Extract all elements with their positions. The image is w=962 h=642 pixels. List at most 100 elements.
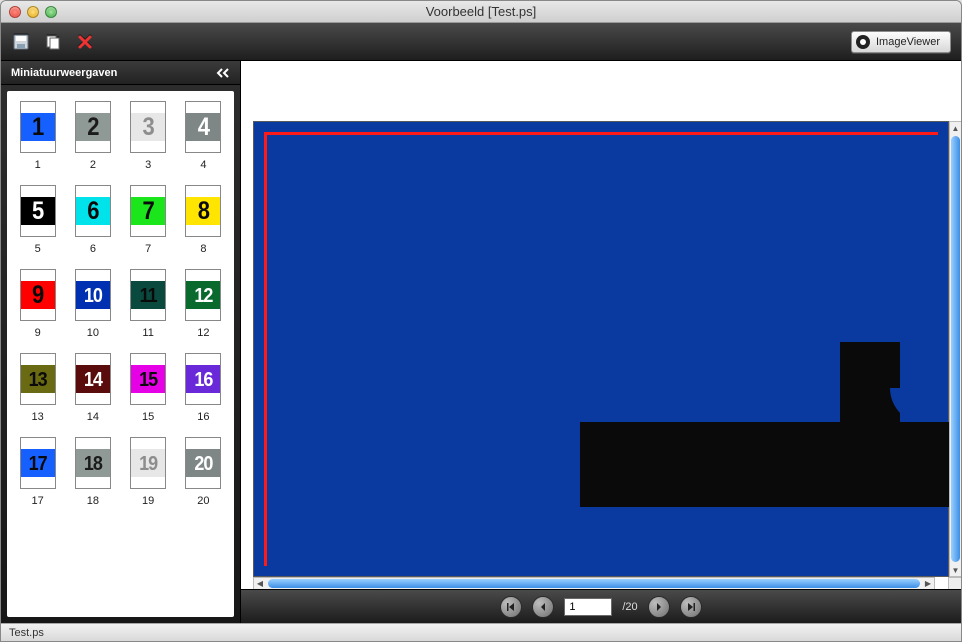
scroll-up-arrow-icon[interactable]: ▲ (950, 122, 961, 134)
thumbnail-item[interactable]: 44 (181, 101, 226, 171)
thumbnail-label: 14 (87, 411, 99, 423)
chevron-right-icon (654, 602, 664, 612)
thumbnail-number: 18 (84, 451, 102, 475)
thumbnail-number: 19 (139, 451, 157, 475)
close-window-button[interactable] (9, 6, 21, 18)
scroll-left-arrow-icon[interactable]: ◀ (254, 578, 266, 589)
thumbnail-label: 20 (197, 495, 209, 507)
status-filename: Test.ps (9, 627, 44, 639)
thumbnail-preview: 17 (20, 437, 56, 489)
page-number-input[interactable] (564, 598, 612, 616)
page-graphic (580, 422, 950, 507)
thumbnail-number: 14 (84, 367, 102, 391)
thumbnail-item[interactable]: 1515 (126, 353, 171, 423)
page-total-label: /20 (622, 601, 637, 613)
sidebar-header: Miniatuurweergaven (1, 61, 240, 85)
thumbnail-label: 8 (200, 243, 206, 255)
prev-page-button[interactable] (532, 596, 554, 618)
thumbnail-item[interactable]: 1313 (15, 353, 60, 423)
thumbnail-item[interactable]: 1818 (70, 437, 115, 507)
thumbnail-number: 1 (32, 112, 43, 142)
thumbnail-number: 15 (139, 367, 157, 391)
thumbnail-label: 12 (197, 327, 209, 339)
imageviewer-icon (856, 35, 870, 49)
scroll-right-arrow-icon[interactable]: ▶ (922, 578, 934, 589)
imageviewer-button[interactable]: ImageViewer (851, 31, 951, 53)
thumbnail-item[interactable]: 1616 (181, 353, 226, 423)
thumbnail-item[interactable]: 12 12 (181, 269, 226, 339)
thumbnail-item[interactable]: 14 14 (70, 353, 115, 423)
preview-viewport[interactable]: ▲ ▼ ◀ ▶ (241, 61, 961, 589)
skip-first-icon (506, 602, 516, 612)
chevron-left-double-icon (216, 67, 230, 79)
next-page-button[interactable] (648, 596, 670, 618)
thumbnail-number: 16 (194, 367, 212, 391)
thumbnail-preview: 4 (185, 101, 221, 153)
thumbnail-label: 19 (142, 495, 154, 507)
thumbnail-item[interactable]: 11 (15, 101, 60, 171)
scroll-thumb[interactable] (951, 136, 960, 562)
thumbnail-preview: 9 (20, 269, 56, 321)
thumbnail-label: 16 (197, 411, 209, 423)
copy-icon (44, 33, 62, 51)
thumbnail-preview: 15 (130, 353, 166, 405)
thumbnail-number: 4 (198, 112, 209, 142)
thumbnail-item[interactable]: 1111 (126, 269, 171, 339)
thumbnail-item[interactable]: 1717 (15, 437, 60, 507)
thumbnail-number: 6 (87, 196, 98, 226)
window-title: Voorbeeld [Test.ps] (1, 4, 961, 19)
thumbnail-number: 3 (143, 112, 154, 142)
thumbnail-item[interactable]: 22 (70, 101, 115, 171)
thumbnail-preview: 18 (75, 437, 111, 489)
thumbnail-item[interactable]: 66 (70, 185, 115, 255)
thumbnail-item[interactable]: 55 (15, 185, 60, 255)
scroll-down-arrow-icon[interactable]: ▼ (950, 564, 961, 576)
close-x-icon (77, 34, 93, 50)
copy-button[interactable] (43, 32, 63, 52)
thumbnail-number: 20 (194, 451, 212, 475)
thumbnail-preview: 3 (130, 101, 166, 153)
thumbnails-scroll[interactable]: 1122334455667788991010111112121313141415… (7, 91, 234, 617)
thumbnail-preview: 13 (20, 353, 56, 405)
thumbnail-number: 17 (29, 451, 47, 475)
scroll-thumb[interactable] (268, 579, 920, 588)
thumbnails-grid: 1122334455667788991010111112121313141415… (15, 101, 226, 507)
first-page-button[interactable] (500, 596, 522, 618)
horizontal-scrollbar[interactable]: ◀ ▶ (253, 577, 935, 589)
collapse-sidebar-button[interactable] (216, 67, 230, 79)
thumbnail-item[interactable]: 1919 (126, 437, 171, 507)
thumbnail-preview: 8 (185, 185, 221, 237)
thumbnail-item[interactable]: 77 (126, 185, 171, 255)
thumbnail-preview: 20 (185, 437, 221, 489)
thumbnail-item[interactable]: 99 (15, 269, 60, 339)
thumbnail-preview: 6 (75, 185, 111, 237)
thumbnail-number: 12 (194, 283, 212, 307)
last-page-button[interactable] (680, 596, 702, 618)
vertical-scrollbar[interactable]: ▲ ▼ (949, 121, 961, 577)
thumbnail-number: 5 (32, 196, 43, 226)
delete-button[interactable] (75, 32, 95, 52)
thumbnail-item[interactable]: 2020 (181, 437, 226, 507)
save-icon (12, 33, 30, 51)
thumbnail-preview: 7 (130, 185, 166, 237)
thumbnail-label: 18 (87, 495, 99, 507)
zoom-window-button[interactable] (45, 6, 57, 18)
pager-bar: /20 (241, 589, 961, 623)
imageviewer-label: ImageViewer (876, 36, 940, 48)
thumbnail-item[interactable]: 33 (126, 101, 171, 171)
thumbnail-label: 3 (145, 159, 151, 171)
status-bar: Test.ps (1, 623, 961, 641)
thumbnails-sidebar: Miniatuurweergaven 112233445566778899101… (1, 61, 241, 623)
thumbnail-preview: 19 (130, 437, 166, 489)
thumbnail-item[interactable]: 1010 (70, 269, 115, 339)
save-button[interactable] (11, 32, 31, 52)
thumbnail-label: 7 (145, 243, 151, 255)
thumbnail-item[interactable]: 88 (181, 185, 226, 255)
thumbnail-preview: 2 (75, 101, 111, 153)
minimize-window-button[interactable] (27, 6, 39, 18)
thumbnail-label: 4 (200, 159, 206, 171)
main-panel: ▲ ▼ ◀ ▶ (241, 61, 961, 623)
thumbnail-number: 2 (87, 112, 98, 142)
thumbnail-number: 8 (198, 196, 209, 226)
thumbnail-label: 9 (35, 327, 41, 339)
